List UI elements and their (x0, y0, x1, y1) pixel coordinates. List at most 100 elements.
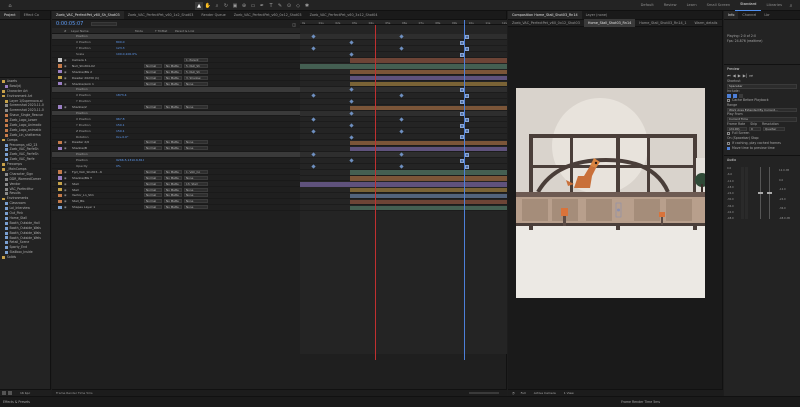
graph-editor-icon[interactable]: ◫ (292, 22, 296, 27)
parent-link-dropdown[interactable]: 1. VAC_Co (184, 169, 208, 174)
visibility-eye-icon[interactable]: ◉ (64, 188, 72, 192)
layer-color-label[interactable] (58, 158, 62, 161)
keyframe[interactable] (465, 94, 469, 98)
search-icon[interactable]: ⌕ (787, 2, 795, 10)
puppet-tool-icon[interactable]: ✱ (303, 2, 311, 10)
workspace-learn[interactable]: Learn (682, 0, 702, 11)
column-number[interactable]: # (64, 29, 71, 33)
track-matte-dropdown[interactable]: No Matte (164, 193, 182, 198)
keyframe[interactable] (349, 111, 354, 116)
include-video-toggle[interactable] (727, 93, 731, 98)
property-value[interactable]: 800.0 (116, 40, 144, 44)
layer-duration-bar[interactable] (350, 146, 507, 152)
layer-name[interactable]: Y Position (72, 46, 116, 50)
rectangle-tool-icon[interactable]: ▭ (249, 2, 257, 10)
property-value[interactable]: 0% (116, 164, 144, 168)
layer-name[interactable]: Rotation (72, 135, 116, 139)
layer-color-label[interactable] (58, 100, 62, 103)
visibility-eye-icon[interactable]: ◉ (64, 105, 72, 109)
clone-tool-icon[interactable]: ⊙ (285, 2, 293, 10)
tab-timeline-comp-3[interactable]: Zoeb_VAC_PerfectPet_v60_0x12_Shot03 (230, 11, 306, 19)
property-value[interactable]: 100.0,100.0% (116, 52, 144, 56)
layer-name[interactable]: Camera 1 (72, 58, 116, 62)
blend-mode-dropdown[interactable]: Normal (144, 75, 162, 80)
last-frame-icon[interactable]: ⏭ (749, 73, 753, 78)
layer-name[interactable]: Y Position (72, 99, 116, 103)
track-matte-dropdown[interactable]: No Matte (164, 169, 182, 174)
layer-duration-bar[interactable] (350, 140, 507, 146)
hand-tool-icon[interactable]: ✋ (204, 2, 212, 10)
layer-duration-bar[interactable] (350, 76, 507, 81)
keyframe[interactable] (465, 46, 469, 51)
track-matte-dropdown[interactable]: No Matte (164, 105, 182, 110)
keyframe[interactable] (465, 129, 469, 134)
parent-link-dropdown[interactable]: None (184, 81, 208, 86)
layer-duration-bar[interactable] (300, 64, 507, 69)
layer-name[interactable]: Shapes Layer 1 (72, 205, 116, 209)
tab-timeline-comp-1[interactable]: Zoeb_VAC_PerfectPet_v60_Sh_Shot03 (52, 11, 124, 19)
keyframe[interactable] (311, 34, 316, 40)
layer-name[interactable]: Opacity (72, 164, 116, 168)
track-matte-dropdown[interactable]: No Matte (164, 199, 182, 204)
layer-color-label[interactable] (58, 41, 62, 44)
layer-duration-bar[interactable] (350, 58, 507, 63)
tab-effect-controls[interactable]: Effect Co (20, 11, 43, 19)
layer-color-label[interactable] (58, 129, 62, 132)
keyframe[interactable] (349, 158, 354, 163)
layer-duration-bar[interactable] (350, 205, 507, 211)
layer-color-label[interactable] (58, 52, 62, 55)
timeline-tracks[interactable] (300, 25, 507, 354)
composition-canvas[interactable] (516, 88, 705, 298)
layer-name[interactable]: X Position (72, 40, 116, 44)
layer-color-label[interactable] (58, 123, 62, 126)
parent-link-dropdown[interactable]: 3. Shadow (184, 75, 208, 80)
brush-tool-icon[interactable]: ✎ (276, 2, 284, 10)
layer-name[interactable]: Position (72, 158, 116, 162)
keyframe[interactable] (399, 34, 404, 40)
keyframe[interactable] (399, 152, 404, 158)
keyframe[interactable] (311, 117, 316, 122)
visibility-eye-icon[interactable]: ◉ (64, 76, 72, 80)
layer-name[interactable]: Dweller 2/0 (72, 140, 116, 144)
play-icon[interactable]: ▶ (738, 73, 741, 78)
parent-link-dropdown[interactable]: None (184, 187, 208, 192)
rotate-tool-icon[interactable]: ↻ (222, 2, 230, 10)
layer-color-label[interactable] (58, 146, 62, 151)
tab-render-queue[interactable]: Render Queue (197, 11, 229, 19)
tab-timeline-comp-4[interactable]: Zoeb_VAC_PerfectPet_v60_3x12_Shot04 (306, 11, 382, 19)
track-matte-dropdown[interactable]: No Matte (164, 146, 182, 151)
camera-tool-icon[interactable]: ▣ (231, 2, 239, 10)
parent-link-dropdown[interactable]: None (184, 193, 208, 198)
column-layer-name[interactable]: Layer Name (71, 29, 135, 33)
visibility-eye-icon[interactable]: ◉ (64, 182, 72, 186)
layer-duration-bar[interactable] (350, 81, 507, 87)
keyframe[interactable] (399, 164, 404, 169)
tab-channel[interactable]: Channel (738, 11, 760, 19)
eraser-tool-icon[interactable]: ◇ (294, 2, 302, 10)
skip-field[interactable]: 0 (749, 126, 761, 131)
layer-duration-bar[interactable] (350, 70, 507, 75)
layer-duration-bar[interactable] (350, 188, 507, 193)
layer-color-label[interactable] (58, 94, 62, 97)
layer-name[interactable]: Shadow/Link 1 (72, 82, 116, 86)
new-folder-icon[interactable] (2, 391, 6, 395)
layer-color-label[interactable] (58, 117, 62, 120)
tab-timeline-comp-2[interactable]: Zoeb_VAC_PerfectPet_v60_1x2_Shot03 (124, 11, 198, 19)
layer-color-label[interactable] (58, 140, 62, 145)
visibility-eye-icon[interactable]: ◉ (64, 205, 72, 209)
visibility-eye-icon[interactable]: ◉ (64, 140, 72, 144)
keyframe[interactable] (311, 164, 316, 169)
layer-color-label[interactable] (58, 81, 62, 86)
property-value[interactable]: 150.1 (116, 123, 144, 127)
effects-presets-label[interactable]: Effects & Presets (3, 400, 30, 404)
home-icon[interactable]: ⌂ (6, 2, 14, 10)
keyframe[interactable] (349, 40, 354, 45)
layer-color-label[interactable] (58, 153, 62, 156)
layer-name[interactable]: Stall (72, 188, 116, 192)
parent-link-dropdown[interactable]: None (184, 205, 208, 210)
property-value[interactable]: 0x+0.0° (116, 135, 144, 139)
layer-name[interactable]: X Position (72, 117, 116, 121)
layer-color-label[interactable] (58, 135, 62, 138)
parent-link-dropdown[interactable]: None (184, 140, 208, 145)
visibility-eye-icon[interactable]: ◉ (64, 199, 72, 203)
